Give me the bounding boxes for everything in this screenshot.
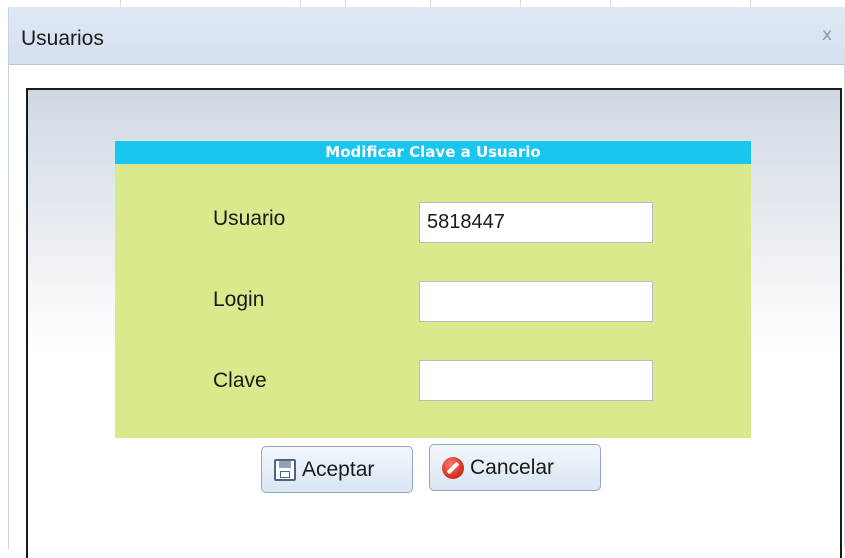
cancel-button-label: Cancelar	[470, 455, 555, 479]
grid-tick	[610, 0, 611, 7]
usuario-input[interactable]	[419, 202, 653, 243]
window-titlebar[interactable]: Usuarios x	[9, 7, 845, 65]
password-form: Modificar Clave a Usuario Usuario Login …	[115, 141, 751, 438]
dialog-body: Modificar Clave a Usuario Usuario Login …	[9, 65, 845, 558]
background-strip	[0, 0, 845, 7]
clave-input[interactable]	[419, 360, 653, 401]
login-label: Login	[213, 288, 265, 311]
grid-tick	[345, 0, 346, 7]
content-panel: Modificar Clave a Usuario Usuario Login …	[26, 88, 842, 558]
grid-tick	[520, 0, 521, 7]
accept-button-label: Aceptar	[302, 457, 375, 481]
clave-label: Clave	[213, 369, 267, 392]
grid-tick	[300, 0, 301, 7]
window-title: Usuarios	[21, 27, 104, 50]
cancel-icon	[442, 456, 464, 479]
floppy-disk-icon	[274, 458, 296, 481]
grid-tick	[120, 0, 121, 7]
grid-tick	[750, 0, 751, 7]
grid-tick	[430, 0, 431, 7]
dialog-window: Usuarios x Modificar Clave a Usuario Usu…	[8, 7, 845, 558]
close-icon[interactable]: x	[822, 25, 832, 45]
form-header: Modificar Clave a Usuario	[115, 141, 751, 164]
usuario-label: Usuario	[213, 207, 286, 230]
cancel-button[interactable]: Cancelar	[429, 444, 601, 491]
login-input[interactable]	[419, 281, 653, 322]
accept-button[interactable]: Aceptar	[261, 446, 413, 493]
